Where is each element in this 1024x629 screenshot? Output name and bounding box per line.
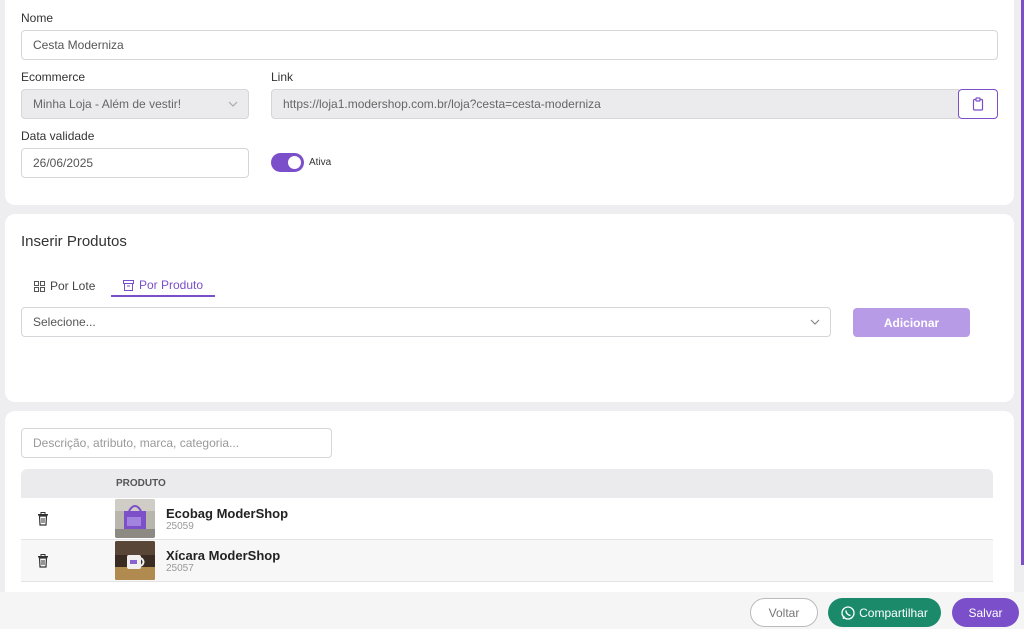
product-thumbnail — [115, 499, 155, 538]
ecommerce-select[interactable]: Minha Loja - Além de vestir! — [21, 89, 249, 119]
trash-icon[interactable] — [37, 554, 49, 568]
back-button[interactable]: Voltar — [750, 598, 818, 627]
product-name: Ecobag ModerShop — [166, 506, 289, 521]
copy-link-button[interactable] — [958, 89, 998, 119]
product-thumbnail — [115, 541, 155, 580]
chevron-down-icon — [810, 319, 820, 325]
ecommerce-label: Ecommerce — [21, 70, 86, 84]
save-button[interactable]: Salvar — [952, 598, 1019, 627]
trash-icon[interactable] — [37, 512, 49, 526]
clipboard-icon — [972, 97, 984, 111]
ativa-toggle-label: Ativa — [309, 157, 332, 168]
product-code: 25057 — [166, 563, 194, 574]
link-field[interactable]: https://loja1.modershop.com.br/loja?cest… — [271, 89, 959, 119]
column-header-produto: PRODUTO — [116, 478, 166, 489]
product-name: Xícara ModerShop — [166, 548, 281, 563]
products-table-header: PRODUTO — [21, 469, 993, 498]
tab-por-produto-label: Por Produto — [139, 278, 204, 292]
tab-por-produto[interactable]: Por Produto — [111, 275, 216, 297]
archive-icon — [123, 279, 134, 291]
nome-label: Nome — [21, 11, 54, 25]
table-row: Ecobag ModerShop 25059 — [21, 498, 993, 540]
grid-icon — [34, 280, 45, 292]
product-search-input[interactable]: Descrição, atributo, marca, categoria... — [21, 428, 332, 458]
table-row: Xícara ModerShop 25057 — [21, 540, 993, 582]
chevron-down-icon — [228, 101, 238, 107]
data-validade-field[interactable]: 26/06/2025 — [21, 148, 249, 178]
ecommerce-select-value: Minha Loja - Além de vestir! — [33, 97, 182, 111]
ativa-toggle[interactable] — [271, 153, 304, 172]
link-label: Link — [271, 70, 294, 84]
product-select-placeholder: Selecione... — [33, 315, 96, 329]
add-product-button[interactable]: Adicionar — [853, 308, 970, 337]
tab-por-lote-label: Por Lote — [50, 279, 96, 293]
tab-por-lote[interactable]: Por Lote — [34, 275, 95, 297]
product-code: 25059 — [166, 521, 194, 532]
whatsapp-icon — [841, 605, 855, 620]
nome-field[interactable]: Cesta Moderniza — [21, 30, 998, 60]
product-select[interactable]: Selecione... — [21, 307, 831, 337]
data-validade-label: Data validade — [21, 129, 95, 143]
share-button-label: Compartilhar — [859, 605, 928, 620]
insert-products-title: Inserir Produtos — [21, 233, 127, 250]
share-button[interactable]: Compartilhar — [828, 598, 941, 627]
